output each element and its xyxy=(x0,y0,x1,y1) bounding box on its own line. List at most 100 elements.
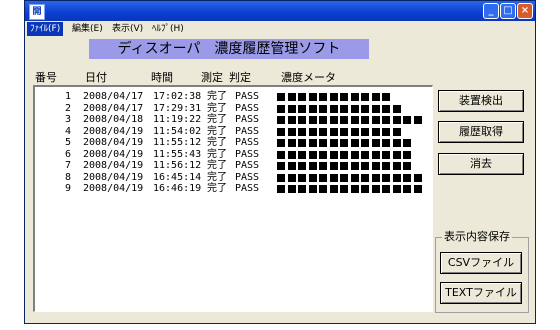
list-item[interactable]: 4 2008/04/19 11:54:02 完了 PASS xyxy=(35,126,431,138)
list-item[interactable]: 6 2008/04/19 11:55:43 完了 PASS xyxy=(35,149,431,161)
record-date: 2008/04/19 xyxy=(83,171,144,183)
list-item[interactable]: 8 2008/04/19 16:45:14 完了 PASS xyxy=(35,172,431,184)
meter-block xyxy=(413,173,422,182)
meter-block xyxy=(361,185,369,193)
record-judge: PASS xyxy=(235,125,260,137)
meter-block xyxy=(382,162,390,170)
list-item[interactable]: 9 2008/04/19 16:46:19 完了 PASS xyxy=(35,183,431,195)
maximize-button[interactable]: □ xyxy=(500,3,516,19)
record-result: 完了 xyxy=(207,148,227,160)
detect-device-button[interactable]: 装置検出 xyxy=(438,90,524,112)
app-window: 開 _ □ × ﾌｧｲﾙ(F) 編集(E) 表示(V) ﾍﾙﾌﾟ(H) ディスオ… xyxy=(24,0,536,324)
record-result: 完了 xyxy=(207,137,227,148)
minimize-button[interactable]: _ xyxy=(483,3,499,19)
meter-block xyxy=(340,173,348,182)
record-no: 9 xyxy=(64,183,71,194)
meter-block xyxy=(413,185,422,193)
record-date: 2008/04/19 xyxy=(83,148,144,160)
meter-block xyxy=(340,150,348,159)
meter-block xyxy=(319,173,327,182)
menu-file[interactable]: ﾌｧｲﾙ(F) xyxy=(27,22,64,36)
meter-block xyxy=(403,173,411,182)
list-item[interactable]: 5 2008/04/19 11:55:12 完了 PASS xyxy=(35,137,431,149)
record-no: 5 xyxy=(64,137,71,148)
meter-block xyxy=(287,104,296,113)
meter-block xyxy=(392,185,401,193)
record-no: 7 xyxy=(64,160,71,171)
meter-block xyxy=(361,139,369,147)
record-result: 完了 xyxy=(207,102,227,114)
column-header-no: 番号 xyxy=(35,71,57,84)
meter-block xyxy=(308,173,317,182)
meter-block xyxy=(382,93,390,101)
csv-file-button[interactable]: CSVファイル xyxy=(440,252,522,274)
meter-block xyxy=(350,162,359,170)
record-date: 2008/04/17 xyxy=(83,91,144,102)
meter-block xyxy=(361,173,369,182)
meter-block xyxy=(277,127,285,136)
meter-block xyxy=(371,139,380,147)
history-list[interactable]: 1 2008/04/17 17:02:38 完了 PASS 2 2008/04/17 17:2… xyxy=(33,85,433,312)
record-time: 11:19:22 xyxy=(153,114,202,125)
clear-button[interactable]: 消去 xyxy=(438,153,524,175)
meter-block xyxy=(329,185,338,193)
meter-block xyxy=(350,173,359,182)
record-time: 16:46:19 xyxy=(153,183,202,194)
record-no: 3 xyxy=(64,114,71,125)
meter-block xyxy=(340,185,348,193)
list-item[interactable]: 7 2008/04/19 11:56:12 完了 PASS xyxy=(35,160,431,172)
meter-block xyxy=(340,162,348,170)
menu-edit[interactable]: 編集(E) xyxy=(69,22,106,36)
meter-block xyxy=(403,116,411,124)
text-file-button[interactable]: TEXTファイル xyxy=(440,282,522,304)
meter-block xyxy=(308,116,317,124)
meter-block xyxy=(382,139,390,147)
meter-block xyxy=(298,116,306,124)
meter-block xyxy=(350,104,359,113)
meter-block xyxy=(392,104,401,113)
meter-block xyxy=(371,150,380,159)
meter-block xyxy=(298,127,306,136)
meter-block xyxy=(287,162,296,170)
list-item[interactable]: 3 2008/04/18 11:19:22 完了 PASS xyxy=(35,114,431,126)
record-time: 11:56:12 xyxy=(153,160,202,171)
record-judge: PASS xyxy=(235,91,260,102)
record-judge: PASS xyxy=(235,114,260,125)
meter-block xyxy=(350,127,359,136)
column-header-measure: 測定 xyxy=(201,71,223,84)
list-item[interactable]: 1 2008/04/17 17:02:38 完了 PASS xyxy=(35,91,431,103)
title-bar[interactable]: 開 _ □ × xyxy=(25,1,535,21)
record-judge: PASS xyxy=(235,102,260,114)
meter-block xyxy=(277,116,285,124)
meter-block xyxy=(277,93,285,101)
record-no: 4 xyxy=(64,125,71,137)
meter-block xyxy=(277,173,285,182)
meter-block xyxy=(329,116,338,124)
meter-block xyxy=(319,185,327,193)
meter-block xyxy=(277,104,285,113)
meter-block xyxy=(403,150,411,159)
meter-block xyxy=(340,93,348,101)
meter-block xyxy=(277,139,285,147)
record-judge: PASS xyxy=(235,160,260,171)
record-time: 16:45:14 xyxy=(153,171,202,183)
meter-block xyxy=(403,185,411,193)
meter-block xyxy=(287,185,296,193)
save-group-label: 表示内容保存 xyxy=(442,230,512,244)
meter-block xyxy=(371,185,380,193)
meter-block xyxy=(382,185,390,193)
meter-block xyxy=(308,150,317,159)
meter-block xyxy=(319,104,327,113)
record-time: 11:55:43 xyxy=(153,148,202,160)
meter-block xyxy=(403,162,411,170)
meter-block xyxy=(382,127,390,136)
list-item[interactable]: 2 2008/04/17 17:29:31 完了 PASS xyxy=(35,103,431,115)
get-history-button[interactable]: 履歴取得 xyxy=(438,121,524,143)
meter-block xyxy=(392,139,401,147)
menu-view[interactable]: 表示(V) xyxy=(109,22,146,36)
meter-block xyxy=(361,162,369,170)
close-button[interactable]: × xyxy=(517,3,533,19)
meter-block xyxy=(298,150,306,159)
menu-help[interactable]: ﾍﾙﾌﾟ(H) xyxy=(149,22,187,36)
meter-block xyxy=(329,139,338,147)
